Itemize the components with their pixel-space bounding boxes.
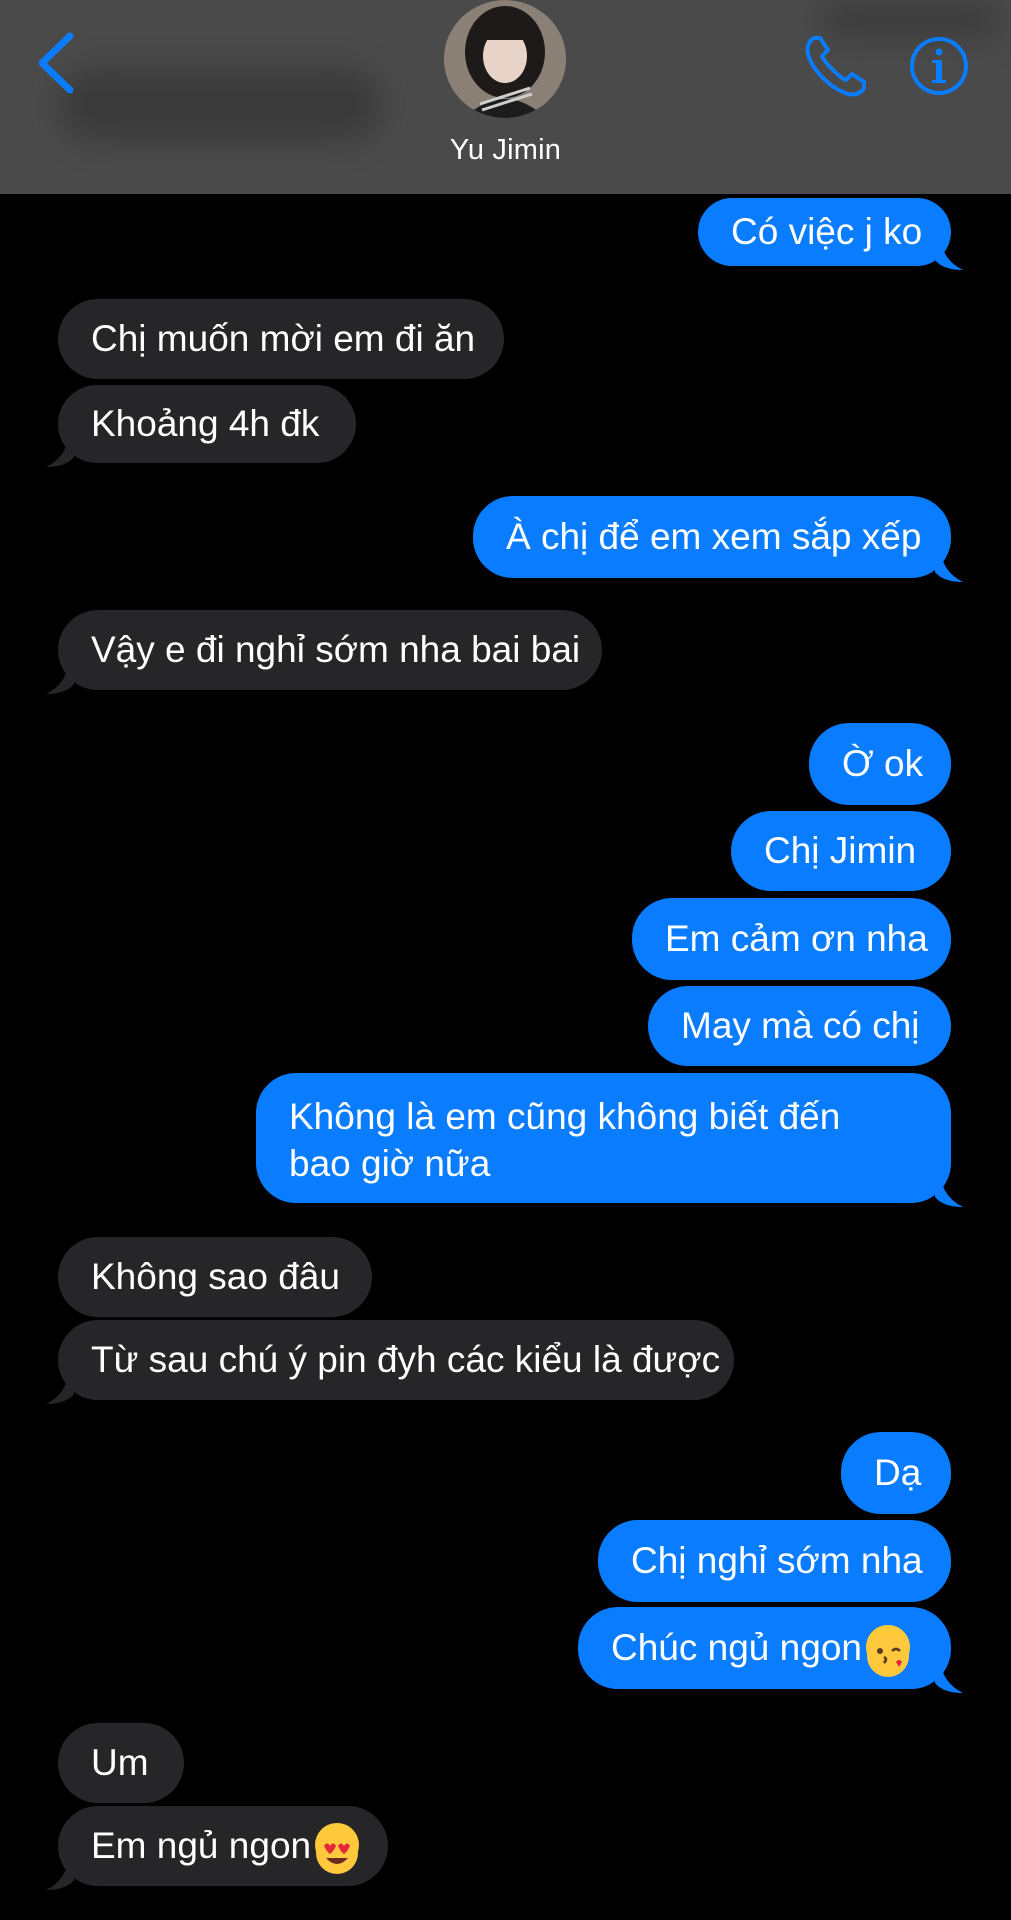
- message-text: Không là em cũng không biết đến bao giờ …: [289, 1096, 841, 1184]
- message-text: Từ sau chú ý pin đyh các kiểu là được: [91, 1339, 721, 1380]
- sent-message-bubble[interactable]: Có việc j ko: [698, 198, 963, 270]
- contact-name[interactable]: Yu Jimin: [0, 134, 1011, 167]
- sent-message-bubble[interactable]: Chị Jimin: [731, 811, 951, 891]
- received-message-bubble[interactable]: Không sao đâu: [58, 1237, 372, 1317]
- face-blowing-kiss-emoji-icon: [865, 1625, 910, 1678]
- message-text: Um: [91, 1742, 149, 1783]
- heart-eyes-emoji-icon: [315, 1823, 360, 1875]
- message-text: Chị nghỉ sớm nha: [631, 1540, 923, 1581]
- message-text: Em cảm ơn nha: [665, 918, 928, 959]
- bubble-tail: [935, 1663, 963, 1693]
- sent-message-bubble[interactable]: Chúc ngủ ngon: [578, 1607, 963, 1693]
- contact-avatar[interactable]: [444, 0, 566, 118]
- received-message-bubble[interactable]: Từ sau chú ý pin đyh các kiểu là được: [46, 1320, 734, 1404]
- bubble-tail: [935, 1177, 963, 1207]
- message-text: Vậy e đi nghỉ sớm nha bai bai: [91, 629, 581, 670]
- received-message-bubble[interactable]: Vậy e đi nghỉ sớm nha bai bai: [46, 610, 602, 694]
- sent-message-bubble[interactable]: May mà có chị: [648, 986, 951, 1066]
- message-text: May mà có chị: [681, 1005, 920, 1046]
- sent-message-bubble[interactable]: Dạ: [841, 1432, 951, 1514]
- conversation-header: Yu Jimin: [0, 0, 1011, 194]
- avatar-photo: [444, 0, 566, 118]
- received-message-bubble[interactable]: Chị muốn mời em đi ăn: [58, 299, 504, 379]
- bubble-tail: [46, 664, 74, 694]
- message-text: À chị để em xem sắp xếp: [506, 516, 922, 557]
- info-button[interactable]: [908, 35, 970, 97]
- received-message-bubble[interactable]: Khoảng 4h đk: [46, 385, 356, 467]
- sent-message-bubble[interactable]: Ờ ok: [809, 723, 951, 805]
- message-text: Chị Jimin: [764, 830, 917, 871]
- bubble-tail: [46, 1860, 74, 1890]
- bubble-tail: [46, 1374, 74, 1404]
- received-message-bubble[interactable]: Em ngủ ngon: [46, 1806, 388, 1890]
- sent-message-bubble[interactable]: Chị nghỉ sớm nha: [598, 1520, 951, 1602]
- bubble-tail: [935, 240, 963, 270]
- bubble-tail: [46, 437, 74, 467]
- back-button[interactable]: [30, 28, 90, 98]
- message-text: Dạ: [874, 1452, 922, 1493]
- message-text: Không sao đâu: [91, 1256, 340, 1297]
- call-button[interactable]: [800, 30, 872, 102]
- phone-icon: [805, 36, 866, 97]
- message-text: Ờ ok: [842, 743, 924, 784]
- sent-message-bubble[interactable]: Em cảm ơn nha: [632, 898, 951, 980]
- blurred-region: [60, 70, 380, 140]
- message-text: Chị muốn mời em đi ăn: [91, 318, 476, 359]
- sent-message-bubble[interactable]: Không là em cũng không biết đến bao giờ …: [256, 1073, 963, 1207]
- bubble-tail: [935, 552, 963, 582]
- chevron-left-icon: [38, 32, 74, 94]
- message-text: Em ngủ ngon: [91, 1825, 312, 1866]
- sent-message-bubble[interactable]: À chị để em xem sắp xếp: [473, 496, 963, 582]
- message-text: Chúc ngủ ngon: [611, 1627, 862, 1668]
- received-message-bubble[interactable]: Um: [58, 1723, 184, 1803]
- info-icon: [910, 37, 968, 95]
- message-text: Khoảng 4h đk: [91, 403, 320, 444]
- message-thread-screen: Yu Jimin Có việc j ko Chị muốn mời em đi …: [0, 0, 1011, 1920]
- message-text: Có việc j ko: [731, 211, 923, 252]
